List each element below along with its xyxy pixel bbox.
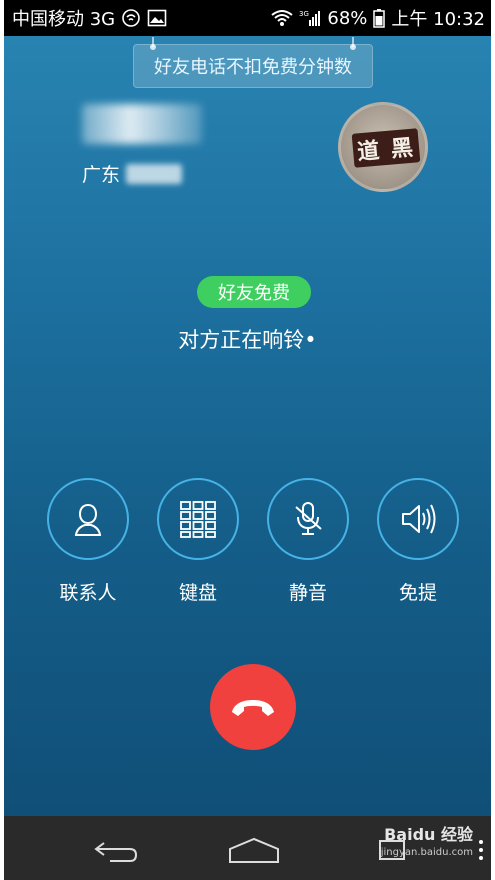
battery-icon xyxy=(373,9,386,28)
avatar-plaque: 道 黑 xyxy=(351,128,421,168)
tip-text: 好友电话不扣免费分钟数 xyxy=(154,57,352,78)
clock: 上午 10:32 xyxy=(391,9,485,30)
keypad-button[interactable]: 键盘 xyxy=(153,478,243,605)
overflow-menu-icon[interactable] xyxy=(479,840,485,864)
speaker-label: 免提 xyxy=(398,582,437,604)
tip-pin-right xyxy=(350,37,356,50)
status-right: 3G 68% 上午 10:32 xyxy=(271,5,485,31)
phone-screen: 中国移动 3G 3G 68% 上午 10:32 好友电话不扣免费分钟数 广东 道… xyxy=(4,0,491,880)
mute-button-ring xyxy=(267,478,349,560)
hangup-button[interactable] xyxy=(210,664,296,750)
svg-text:3G: 3G xyxy=(299,10,309,18)
navigation-bar: Baidu 经验 jingyan.baidu.com xyxy=(4,816,491,880)
signal-icon: 3G xyxy=(299,10,321,26)
home-icon xyxy=(229,837,279,863)
battery-percent: 68% xyxy=(327,7,368,29)
call-status-text: 对方正在响铃• xyxy=(178,328,317,352)
speaker-button[interactable]: 免提 xyxy=(373,478,463,605)
hangup-icon xyxy=(232,700,274,716)
back-icon xyxy=(94,842,138,862)
contacts-label: 联系人 xyxy=(59,582,117,604)
contact-avatar: 道 黑 xyxy=(338,102,428,192)
back-button[interactable] xyxy=(86,830,146,870)
contact-icon xyxy=(74,503,102,536)
gallery-icon xyxy=(147,9,167,27)
friend-free-badge: 好友免费 xyxy=(197,276,311,308)
mute-mic-icon xyxy=(295,502,322,535)
location-radio-icon xyxy=(122,9,140,27)
location-redacted xyxy=(126,163,183,184)
tip-pin-left xyxy=(150,37,156,50)
keypad-button-ring xyxy=(157,478,239,560)
contacts-button[interactable]: 联系人 xyxy=(43,478,133,605)
call-actions: 联系人 键盘 静音 免提 xyxy=(4,478,491,608)
contact-name-redacted xyxy=(82,104,202,144)
location-text: 广东 xyxy=(82,164,121,186)
mute-button[interactable]: 静音 xyxy=(263,478,353,605)
watermark-text: Baidu 经验 xyxy=(384,825,473,844)
status-left: 中国移动 3G xyxy=(12,5,167,31)
baidu-jingyan-watermark: Baidu 经验 jingyan.baidu.com xyxy=(381,826,473,862)
keypad-label: 键盘 xyxy=(178,582,217,604)
wifi-icon xyxy=(271,10,293,26)
contact-location: 广东 xyxy=(82,160,183,187)
contacts-button-ring xyxy=(47,478,129,560)
free-minutes-tip: 好友电话不扣免费分钟数 xyxy=(133,37,373,88)
status-bar: 中国移动 3G 3G 68% 上午 10:32 xyxy=(4,0,491,36)
speaker-button-ring xyxy=(377,478,459,560)
keypad-icon xyxy=(180,501,216,538)
home-button[interactable] xyxy=(224,830,284,870)
watermark-url: jingyan.baidu.com xyxy=(380,847,473,858)
carrier-label: 中国移动 3G xyxy=(12,9,116,30)
speaker-icon xyxy=(402,504,436,534)
mute-label: 静音 xyxy=(288,582,327,604)
